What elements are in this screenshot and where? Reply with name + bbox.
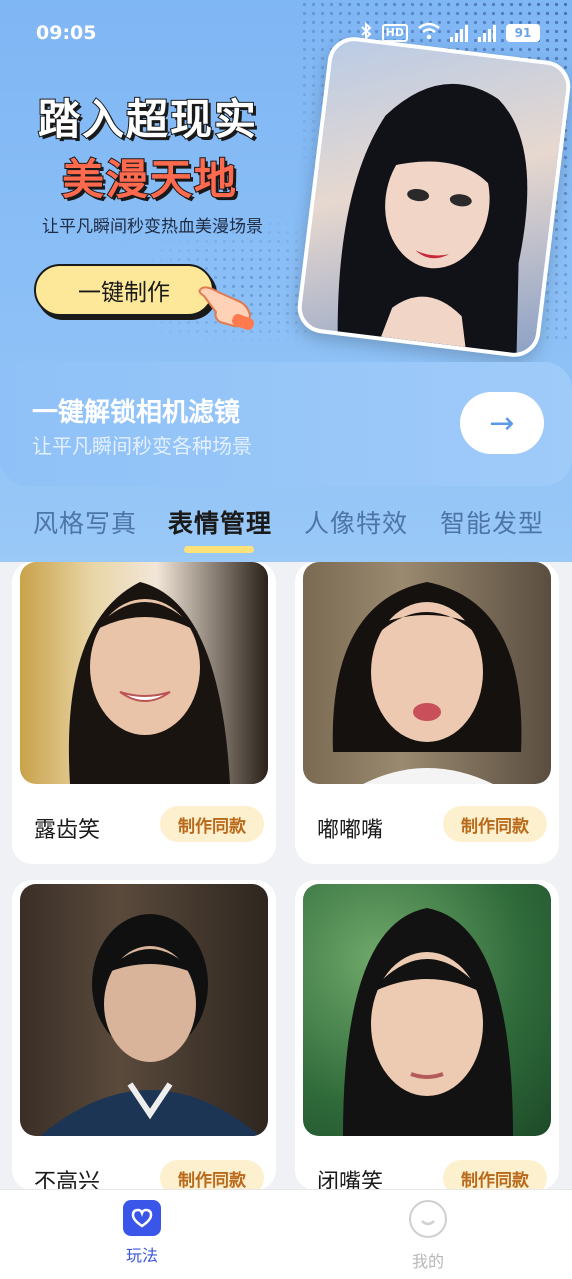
bottom-nav: 玩法 我的	[0, 1189, 572, 1279]
tab-portrait-effects[interactable]: 人像特效	[304, 504, 408, 540]
template-card[interactable]: 不高兴 制作同款	[12, 880, 276, 1190]
heart-chat-icon	[123, 1200, 161, 1236]
wifi-icon	[418, 22, 440, 44]
template-name: 嘟嘟嘴	[317, 818, 384, 843]
arrow-right-icon: →	[489, 405, 515, 441]
template-photo[interactable]	[303, 884, 551, 1136]
signal-icon	[478, 24, 496, 42]
template-card[interactable]: 露齿笑 制作同款	[12, 562, 276, 864]
template-name: 不高兴	[34, 1170, 101, 1190]
nav-me[interactable]: 我的	[388, 1200, 468, 1272]
template-card[interactable]: 闭嘴笑 制作同款	[295, 880, 559, 1190]
make-same-button[interactable]: 制作同款	[160, 1160, 264, 1190]
template-name: 闭嘴笑	[317, 1170, 384, 1190]
make-same-button[interactable]: 制作同款	[160, 806, 264, 842]
hd-icon: HD	[381, 24, 408, 42]
hero-title-line1: 踏入超现实	[37, 94, 259, 145]
battery-icon: 91	[506, 24, 540, 42]
template-photo[interactable]	[20, 884, 268, 1136]
smile-icon	[409, 1200, 447, 1238]
unlock-arrow-button[interactable]: →	[460, 392, 544, 454]
template-photo[interactable]	[20, 562, 268, 784]
unlock-filter-subtitle: 让平凡瞬间秒变各种场景	[32, 434, 252, 458]
template-card[interactable]: 嘟嘟嘴 制作同款	[295, 562, 559, 864]
one-click-make-button[interactable]: 一键制作	[34, 264, 214, 316]
hero-title-line2: 美漫天地	[61, 154, 239, 205]
category-tabs: 风格写真 表情管理 人像特效 智能发型	[0, 504, 572, 554]
active-tab-indicator	[184, 546, 254, 553]
signal-icon	[450, 24, 468, 42]
make-same-button[interactable]: 制作同款	[443, 806, 547, 842]
nav-play[interactable]: 玩法	[102, 1200, 182, 1266]
template-photo[interactable]	[303, 562, 551, 784]
tab-smart-hairstyle[interactable]: 智能发型	[440, 504, 544, 540]
nav-play-label: 玩法	[125, 1246, 158, 1265]
make-same-button[interactable]: 制作同款	[443, 1160, 547, 1190]
pointing-hand-icon	[196, 276, 258, 332]
tab-expression[interactable]: 表情管理	[168, 504, 272, 540]
unlock-filter-title: 一键解锁相机滤镜	[32, 398, 241, 428]
hero-portrait-image[interactable]	[294, 34, 572, 360]
hero-subtitle: 让平凡瞬间秒变热血美漫场景	[42, 217, 263, 237]
nav-me-label: 我的	[411, 1252, 444, 1271]
tab-style-portrait[interactable]: 风格写真	[33, 504, 137, 540]
template-name: 露齿笑	[34, 818, 101, 843]
status-time: 09:05	[36, 22, 97, 44]
